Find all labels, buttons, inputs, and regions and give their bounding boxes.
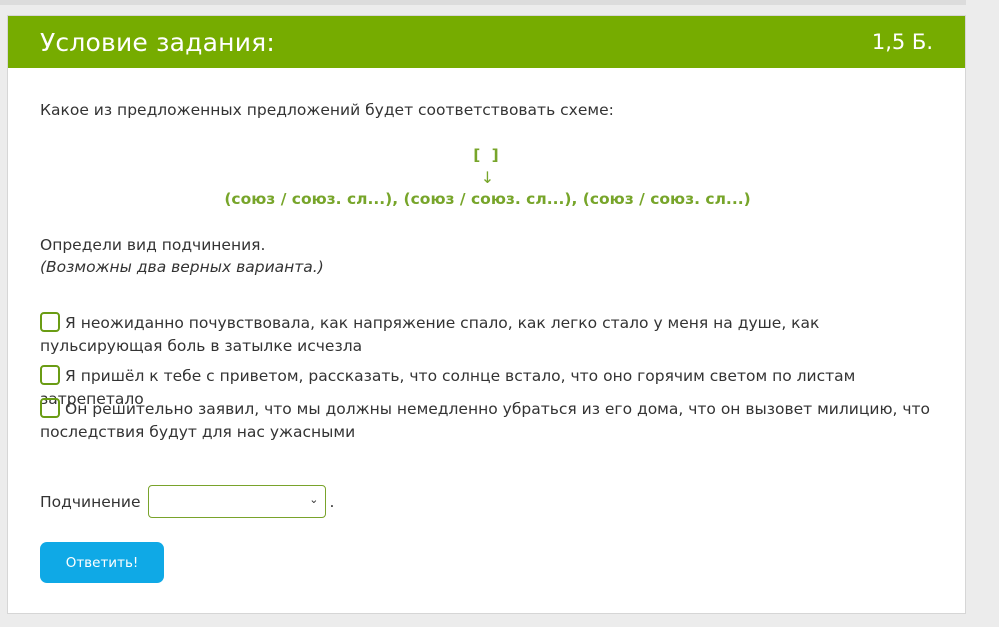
option-checkbox[interactable] (40, 312, 60, 332)
instruction-hint: (Возможны два верных варианта.) (40, 258, 324, 276)
chevron-down-icon: ⌄ (309, 493, 319, 506)
subordination-period: . (329, 492, 335, 511)
task-points: 1,5 Б. (871, 30, 933, 54)
instruction-text: Определи вид подчинения. (40, 236, 266, 254)
top-strip (0, 0, 966, 5)
question-text: Какое из предложенных предложений будет … (40, 101, 614, 119)
option-label: Я неожиданно почувствовала, как напряжен… (40, 314, 820, 355)
task-header: Условие задания: 1,5 Б. (8, 16, 965, 68)
answer-option[interactable]: Я неожиданно почувствовала, как напряжен… (40, 312, 940, 358)
task-card: Условие задания: 1,5 Б. Какое из предлож… (7, 15, 966, 614)
answer-option[interactable]: Он решительно заявил, что мы должны неме… (40, 398, 940, 444)
subordination-select[interactable]: ⌄ (147, 485, 326, 518)
submit-button[interactable]: Ответить! (40, 542, 164, 583)
task-title: Условие задания: (40, 27, 276, 57)
scheme-sub-clauses: (союз / союз. сл...), (союз / союз. сл..… (224, 190, 751, 208)
subordination-label: Подчинение (40, 492, 141, 511)
option-label: Он решительно заявил, что мы должны неме… (40, 400, 931, 441)
option-checkbox[interactable] (40, 398, 60, 418)
scheme-main-clause: [ ] (473, 146, 502, 164)
instruction: Определи вид подчинения. (Возможны два в… (40, 234, 324, 278)
option-checkbox[interactable] (40, 365, 60, 385)
scheme-arrow-icon: ↓ (480, 168, 495, 187)
subordination-row: Подчинение ⌄ . (40, 485, 334, 518)
